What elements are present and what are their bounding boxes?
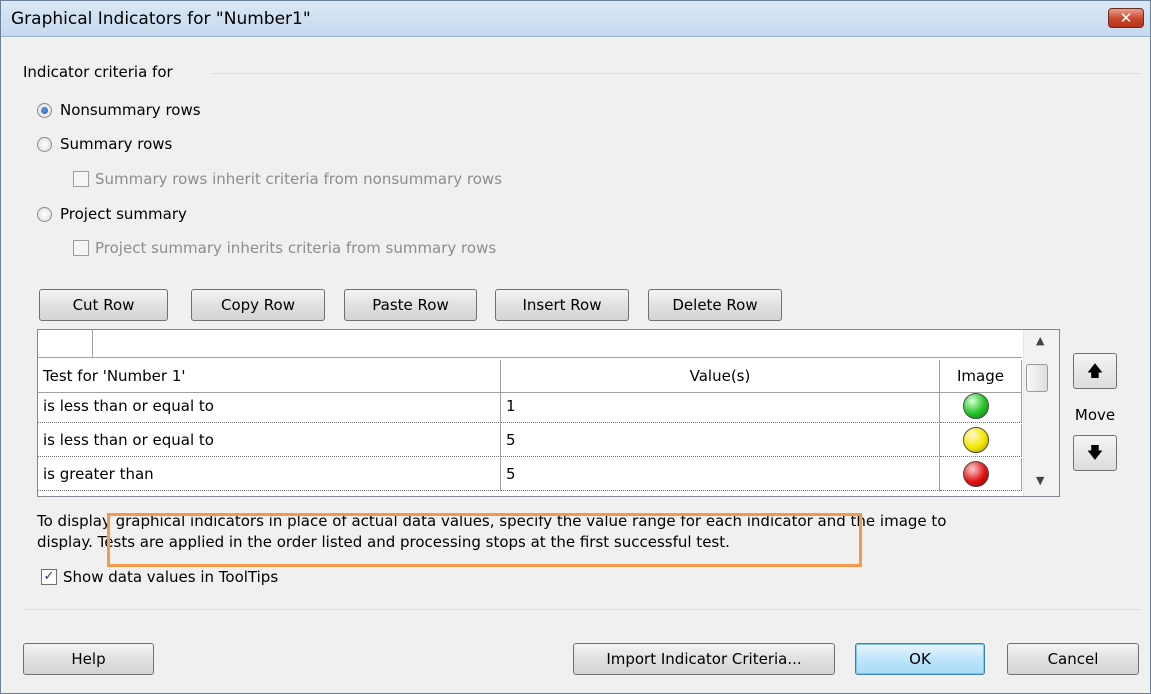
row-test-cell[interactable]: is less than or equal to [38,390,501,423]
row-test-cell[interactable]: is less than or equal to [38,424,501,457]
help-button[interactable]: Help [23,643,154,675]
scroll-up-icon[interactable]: ▲ [1036,334,1044,347]
scroll-thumb[interactable] [1026,364,1048,392]
show-tooltips-label: Show data values in ToolTips [63,568,279,586]
radio-unselected-icon [37,136,52,152]
move-down-button[interactable]: 🡇 [1073,435,1117,471]
arrow-down-icon: 🡇 [1086,443,1104,462]
project-inherit-checkbox[interactable]: Project summary inherits criteria from s… [73,239,496,257]
project-inherit-label: Project summary inherits criteria from s… [95,239,497,257]
import-criteria-button[interactable]: Import Indicator Criteria... [573,643,835,675]
grid-scrollbar[interactable]: ▲ ▼ [1023,330,1059,496]
dialog-title: Graphical Indicators for "Number1" [11,9,311,29]
green-circle-icon [963,393,989,419]
nonsummary-rows-label: Nonsummary rows [60,101,201,119]
delete-row-button[interactable]: Delete Row [648,289,782,321]
red-circle-icon [963,461,989,487]
radio-unselected-icon [37,206,52,222]
header-image: Image [940,360,1022,393]
cut-row-button[interactable]: Cut Row [39,289,168,321]
checkbox-checked-icon: ✓ [41,569,57,585]
title-bar: Graphical Indicators for "Number1" ✕ [1,1,1150,37]
row-value-cell[interactable]: 5 [501,424,940,457]
grid-edit-bar[interactable] [38,330,1022,358]
summary-inherit-label: Summary rows inherit criteria from nonsu… [95,170,503,188]
checkbox-unchecked-icon [73,171,89,187]
close-icon: ✕ [1119,9,1133,27]
dialog-window: Graphical Indicators for "Number1" ✕ Ind… [0,0,1151,694]
radio-selected-icon [37,102,52,118]
insert-row-button[interactable]: Insert Row [495,289,629,321]
grid-row-selector[interactable] [38,330,93,358]
project-summary-radio[interactable]: Project summary [37,205,187,223]
ok-button[interactable]: OK [855,643,985,675]
move-up-button[interactable]: 🡅 [1073,353,1117,389]
cancel-button[interactable]: Cancel [1007,643,1139,675]
criteria-group-label: Indicator criteria for [23,63,173,81]
row-value-cell[interactable]: 1 [501,390,940,423]
arrow-up-icon: 🡅 [1086,361,1104,380]
nonsummary-rows-radio[interactable]: Nonsummary rows [37,101,201,119]
summary-inherit-checkbox[interactable]: Summary rows inherit criteria from nonsu… [73,170,502,188]
close-button[interactable]: ✕ [1108,8,1144,28]
group-divider [211,73,1141,74]
checkbox-unchecked-icon [73,240,89,256]
show-tooltips-checkbox[interactable]: ✓ Show data values in ToolTips [41,568,278,586]
project-summary-label: Project summary [60,205,187,223]
indicator-grid: Test for 'Number 1' Value(s) Image is le… [37,329,1060,497]
highlight-box [107,513,862,567]
move-label: Move [1074,406,1116,424]
paste-row-button[interactable]: Paste Row [344,289,477,321]
summary-rows-label: Summary rows [60,135,173,153]
row-test-cell[interactable]: is greater than [38,458,501,491]
header-values: Value(s) [501,360,940,393]
copy-row-button[interactable]: Copy Row [191,289,325,321]
footer-divider [23,609,1141,610]
header-test: Test for 'Number 1' [38,360,501,393]
row-value-cell[interactable]: 5 [501,458,940,491]
scroll-down-icon[interactable]: ▼ [1036,474,1044,487]
summary-rows-radio[interactable]: Summary rows [37,135,172,153]
yellow-circle-icon [963,427,989,453]
